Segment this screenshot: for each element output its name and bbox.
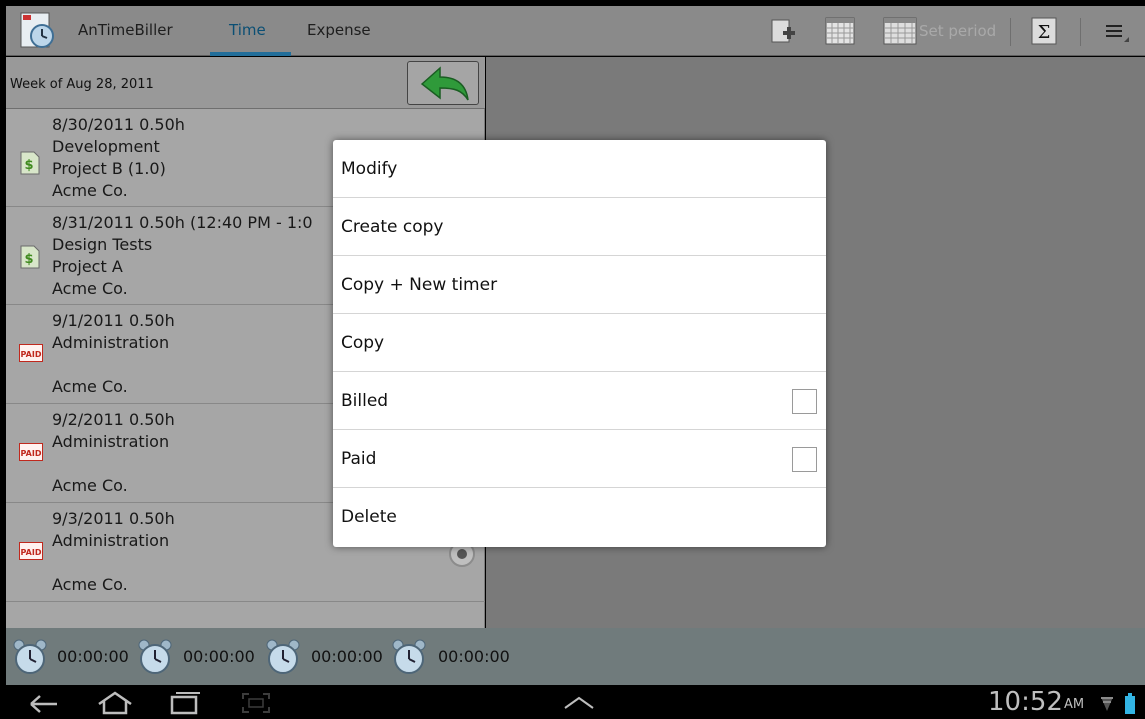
billed-dollar-icon: $ xyxy=(20,245,40,269)
alarm-clock-icon[interactable] xyxy=(265,638,301,676)
paid-checkbox[interactable] xyxy=(792,447,817,472)
entry-client: Acme Co. xyxy=(52,181,128,200)
entry-project xyxy=(52,354,175,376)
calendar-week-icon[interactable] xyxy=(825,17,855,45)
context-menu: Modify Create copy Copy + New timer Copy… xyxy=(333,140,826,547)
paid-stamp-icon: PAID xyxy=(19,344,43,362)
entry-task: Development xyxy=(52,137,160,156)
entry-task: Administration xyxy=(52,333,170,352)
tab-time-indicator xyxy=(210,52,291,56)
entry-client: Acme Co. xyxy=(52,377,128,396)
menu-item-label: Paid xyxy=(341,449,377,469)
menu-item-delete[interactable]: Delete xyxy=(333,488,826,547)
app-logo-icon[interactable] xyxy=(18,11,58,51)
menu-item-label: Delete xyxy=(341,507,397,527)
timer-2-value: 00:00:00 xyxy=(183,647,255,666)
alarm-clock-icon[interactable] xyxy=(137,638,173,676)
screenshot-icon[interactable] xyxy=(240,691,272,715)
menu-item-copy-new-timer[interactable]: Copy + New timer xyxy=(333,256,826,314)
entry-client: Acme Co. xyxy=(52,575,128,594)
menu-item-label: Modify xyxy=(341,159,398,179)
timer-1-value: 00:00:00 xyxy=(57,647,129,666)
action-bar-divider xyxy=(1080,18,1081,46)
menu-item-label: Copy + New timer xyxy=(341,275,498,295)
menu-item-label: Copy xyxy=(341,333,385,353)
add-entry-icon[interactable] xyxy=(768,17,798,47)
entry-task: Administration xyxy=(52,531,170,550)
entry-task: Design Tests xyxy=(52,235,153,254)
sum-icon[interactable]: Σ xyxy=(1031,17,1057,45)
recent-apps-icon[interactable] xyxy=(168,691,202,715)
menu-item-create-copy[interactable]: Create copy xyxy=(333,198,826,256)
chevron-up-icon[interactable] xyxy=(562,695,596,711)
menu-item-paid[interactable]: Paid xyxy=(333,430,826,488)
alarm-clock-icon[interactable] xyxy=(391,638,427,676)
svg-text:PAID: PAID xyxy=(21,350,42,359)
wifi-signal-icon xyxy=(1101,697,1113,711)
tab-time[interactable]: Time xyxy=(229,21,266,39)
back-button[interactable] xyxy=(407,61,479,105)
entry-project: Project A xyxy=(52,257,123,276)
billed-dollar-icon: $ xyxy=(20,151,40,175)
entry-date-hours: 8/30/2011 0.50h xyxy=(52,115,185,134)
svg-text:$: $ xyxy=(24,158,33,173)
overflow-menu-icon[interactable] xyxy=(1104,22,1130,44)
menu-item-copy[interactable]: Copy xyxy=(333,314,826,372)
home-nav-icon[interactable] xyxy=(95,691,135,715)
menu-item-modify[interactable]: Modify xyxy=(333,140,826,198)
timer-bar: 00:00:00 00:00:00 00:00:00 00:00:00 xyxy=(6,628,1145,685)
system-nav-bar: 10:52 AM xyxy=(0,685,1145,719)
calendar-period-icon[interactable] xyxy=(883,17,917,45)
action-bar-divider xyxy=(1010,18,1011,46)
svg-text:PAID: PAID xyxy=(21,548,42,557)
entry-client: Acme Co. xyxy=(52,476,128,495)
svg-text:PAID: PAID xyxy=(21,449,42,458)
menu-item-billed[interactable]: Billed xyxy=(333,372,826,430)
action-bar: AnTimeBiller Time Expense Set period Σ xyxy=(6,6,1145,56)
alarm-clock-icon[interactable] xyxy=(12,638,48,676)
paid-stamp-icon: PAID xyxy=(19,542,43,560)
set-period-label[interactable]: Set period xyxy=(919,22,996,40)
clock-ampm: AM xyxy=(1064,697,1085,712)
week-header: Week of Aug 28, 2011 xyxy=(6,57,485,109)
svg-text:$: $ xyxy=(24,252,33,267)
entry-task: Administration xyxy=(52,432,170,451)
battery-icon xyxy=(1125,693,1135,714)
entry-date-hours: 9/2/2011 0.50h xyxy=(52,410,175,429)
entry-date-hours: 9/1/2011 0.50h xyxy=(52,311,175,330)
timer-3-value: 00:00:00 xyxy=(311,647,383,666)
menu-item-label: Billed xyxy=(341,391,389,411)
app-title: AnTimeBiller xyxy=(78,21,173,39)
back-nav-icon[interactable] xyxy=(28,693,60,715)
billed-checkbox[interactable] xyxy=(792,389,817,414)
svg-text:Σ: Σ xyxy=(1038,22,1051,43)
week-label: Week of Aug 28, 2011 xyxy=(10,77,154,92)
back-arrow-icon xyxy=(420,66,469,101)
timer-4-value: 00:00:00 xyxy=(438,647,510,666)
entry-project xyxy=(52,552,175,574)
entry-client: Acme Co. xyxy=(52,279,128,298)
paid-stamp-icon: PAID xyxy=(19,443,43,461)
clock-time: 10:52 xyxy=(988,687,1063,717)
entry-date-hours: 8/31/2011 0.50h (12:40 PM - 1:0 xyxy=(52,213,313,232)
entry-project: Project B (1.0) xyxy=(52,159,166,178)
entry-date-hours: 9/3/2011 0.50h xyxy=(52,509,175,528)
entry-project xyxy=(52,453,175,475)
menu-item-label: Create copy xyxy=(341,217,444,237)
tab-expense[interactable]: Expense xyxy=(307,21,371,39)
